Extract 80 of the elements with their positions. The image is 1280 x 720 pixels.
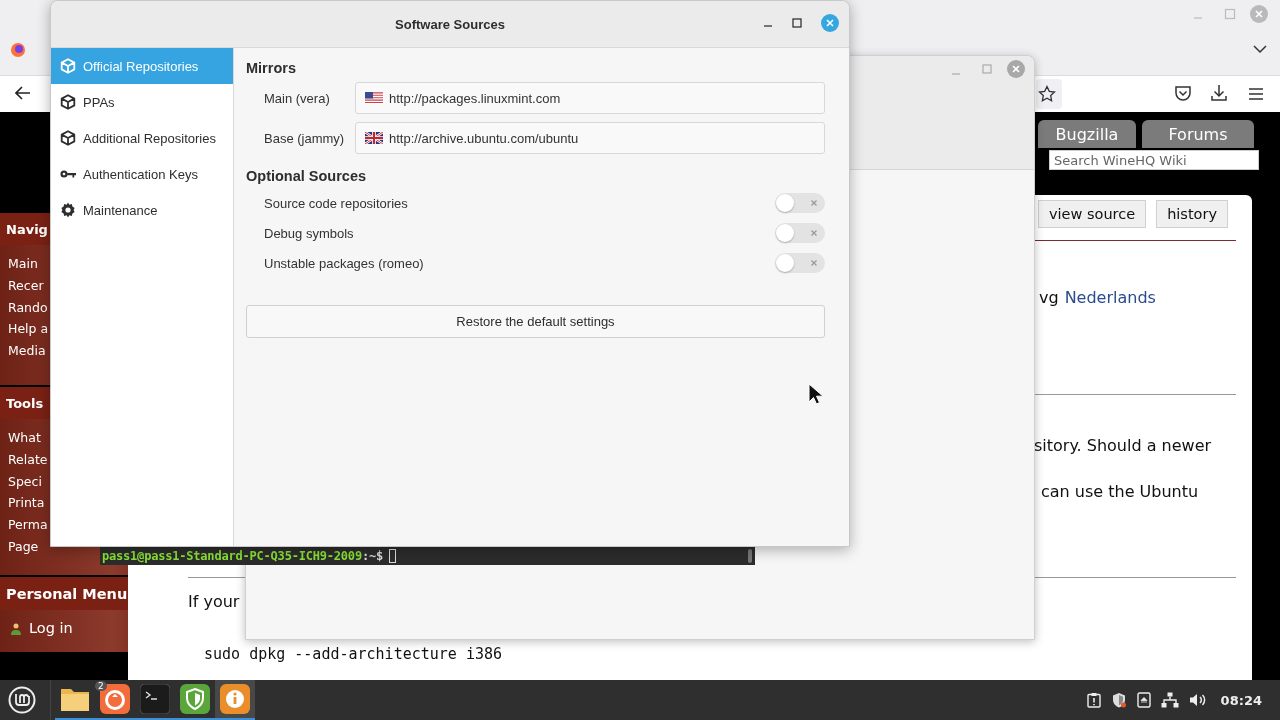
- toggle-label: Source code repositories: [264, 195, 408, 211]
- shield-icon: [180, 684, 210, 714]
- paragraph-text: can use the Ubuntu: [1041, 482, 1199, 501]
- restore-defaults-button[interactable]: Restore the default settings: [246, 305, 825, 338]
- taskbar-button[interactable]: 2: [95, 680, 135, 720]
- clock[interactable]: 08:24: [1220, 692, 1262, 708]
- sidebar-link[interactable]: Perma: [8, 514, 48, 536]
- language-link[interactable]: Nederlands: [1064, 288, 1156, 307]
- package-icon: [60, 94, 76, 110]
- menu-logo-icon[interactable]: [8, 686, 36, 714]
- sidebar-link[interactable]: Rando: [8, 296, 48, 319]
- chevron-down-icon[interactable]: [1253, 44, 1267, 54]
- clipboard-icon[interactable]: [1086, 692, 1101, 708]
- star-icon[interactable]: [1038, 85, 1056, 103]
- site-tab[interactable]: Bugzilla: [1038, 120, 1136, 148]
- toggle-switch[interactable]: [775, 223, 825, 243]
- key-icon: [60, 169, 76, 179]
- field-label: Main (vera): [263, 90, 331, 106]
- site-tab[interactable]: Forums: [1142, 120, 1254, 148]
- sidebar-item[interactable]: Authentication Keys: [51, 156, 233, 192]
- window-title: Software Sources: [395, 16, 505, 32]
- sidebar-link[interactable]: Relate: [8, 448, 48, 471]
- sidebar-link[interactable]: What: [8, 427, 41, 449]
- maximize-icon[interactable]: [792, 18, 802, 28]
- flag-icon: [365, 92, 383, 104]
- sidebar-link[interactable]: Media: [8, 340, 46, 362]
- toggle-switch[interactable]: [775, 193, 825, 213]
- close-icon[interactable]: [821, 14, 839, 32]
- paragraph-text: sitory. Should a newer: [1034, 436, 1212, 455]
- network-icon[interactable]: [1160, 692, 1179, 708]
- terminal-icon: [140, 684, 170, 714]
- page-action-button[interactable]: history: [1156, 200, 1229, 228]
- x-mark-icon: [810, 259, 818, 267]
- sidebar-item[interactable]: Additional Repositories: [51, 120, 233, 156]
- sidebar-link[interactable]: Main: [8, 253, 38, 275]
- section-heading: Optional Sources: [246, 168, 368, 184]
- sidebar-item[interactable]: PPAs: [51, 84, 233, 120]
- mirror-selector[interactable]: http://packages.linuxmint.com: [355, 82, 825, 114]
- toggle-switch[interactable]: [775, 253, 825, 273]
- download-icon[interactable]: [1210, 84, 1228, 102]
- browser-icon: [100, 684, 130, 714]
- menu-icon[interactable]: [1248, 87, 1264, 101]
- sidebar-link[interactable]: Log in: [29, 618, 73, 640]
- info-icon: [220, 684, 250, 714]
- x-mark-icon: [810, 199, 818, 207]
- field-label: Base (jammy): [263, 130, 346, 146]
- flag-icon: [365, 132, 383, 144]
- sidebar-link[interactable]: Printa: [8, 492, 45, 515]
- mirror-selector[interactable]: http://archive.ubuntu.com/ubuntu: [355, 122, 825, 154]
- code-line: sudo dpkg --add-architecture i386: [204, 645, 502, 663]
- gear-icon: [60, 202, 76, 218]
- toggle-label: Debug symbols: [264, 225, 354, 241]
- mouse-pointer-icon: [808, 383, 824, 405]
- sidebar-link[interactable]: Page: [8, 536, 39, 558]
- package-icon: [60, 130, 76, 146]
- address-bar[interactable]: [1036, 79, 1062, 109]
- sidebar-link[interactable]: Help a: [8, 318, 49, 341]
- x-mark-icon: [810, 229, 818, 237]
- text-cursor: [389, 549, 396, 563]
- folder-icon: [60, 686, 90, 712]
- pocket-icon[interactable]: [1174, 84, 1192, 102]
- volume-icon[interactable]: [1188, 693, 1207, 707]
- user-icon: [11, 622, 21, 635]
- package-icon: [60, 58, 76, 74]
- section-heading: Mirrors: [246, 60, 297, 76]
- paragraph-text: If your: [188, 592, 240, 611]
- language-text: vg: [1039, 288, 1059, 307]
- terminal-prompt: pass1@pass1-Standard-PC-Q35-ICH9-2009:~$: [102, 549, 383, 563]
- browser-logo-icon[interactable]: [10, 42, 26, 58]
- back-arrow-icon[interactable]: [15, 86, 31, 100]
- shield-icon[interactable]: [1110, 692, 1127, 708]
- toggle-label: Unstable packages (romeo): [264, 255, 424, 271]
- sidebar-link[interactable]: Recer: [8, 274, 44, 297]
- eject-icon[interactable]: [1136, 692, 1151, 708]
- page-action-button[interactable]: view source: [1038, 200, 1147, 228]
- search-field[interactable]: Search WineHQ Wiki: [1049, 150, 1259, 170]
- taskbar-button[interactable]: [215, 680, 255, 720]
- scrollbar: [748, 549, 752, 563]
- notification-badge: 2: [95, 681, 107, 691]
- sidebar-link[interactable]: Speci: [8, 470, 42, 493]
